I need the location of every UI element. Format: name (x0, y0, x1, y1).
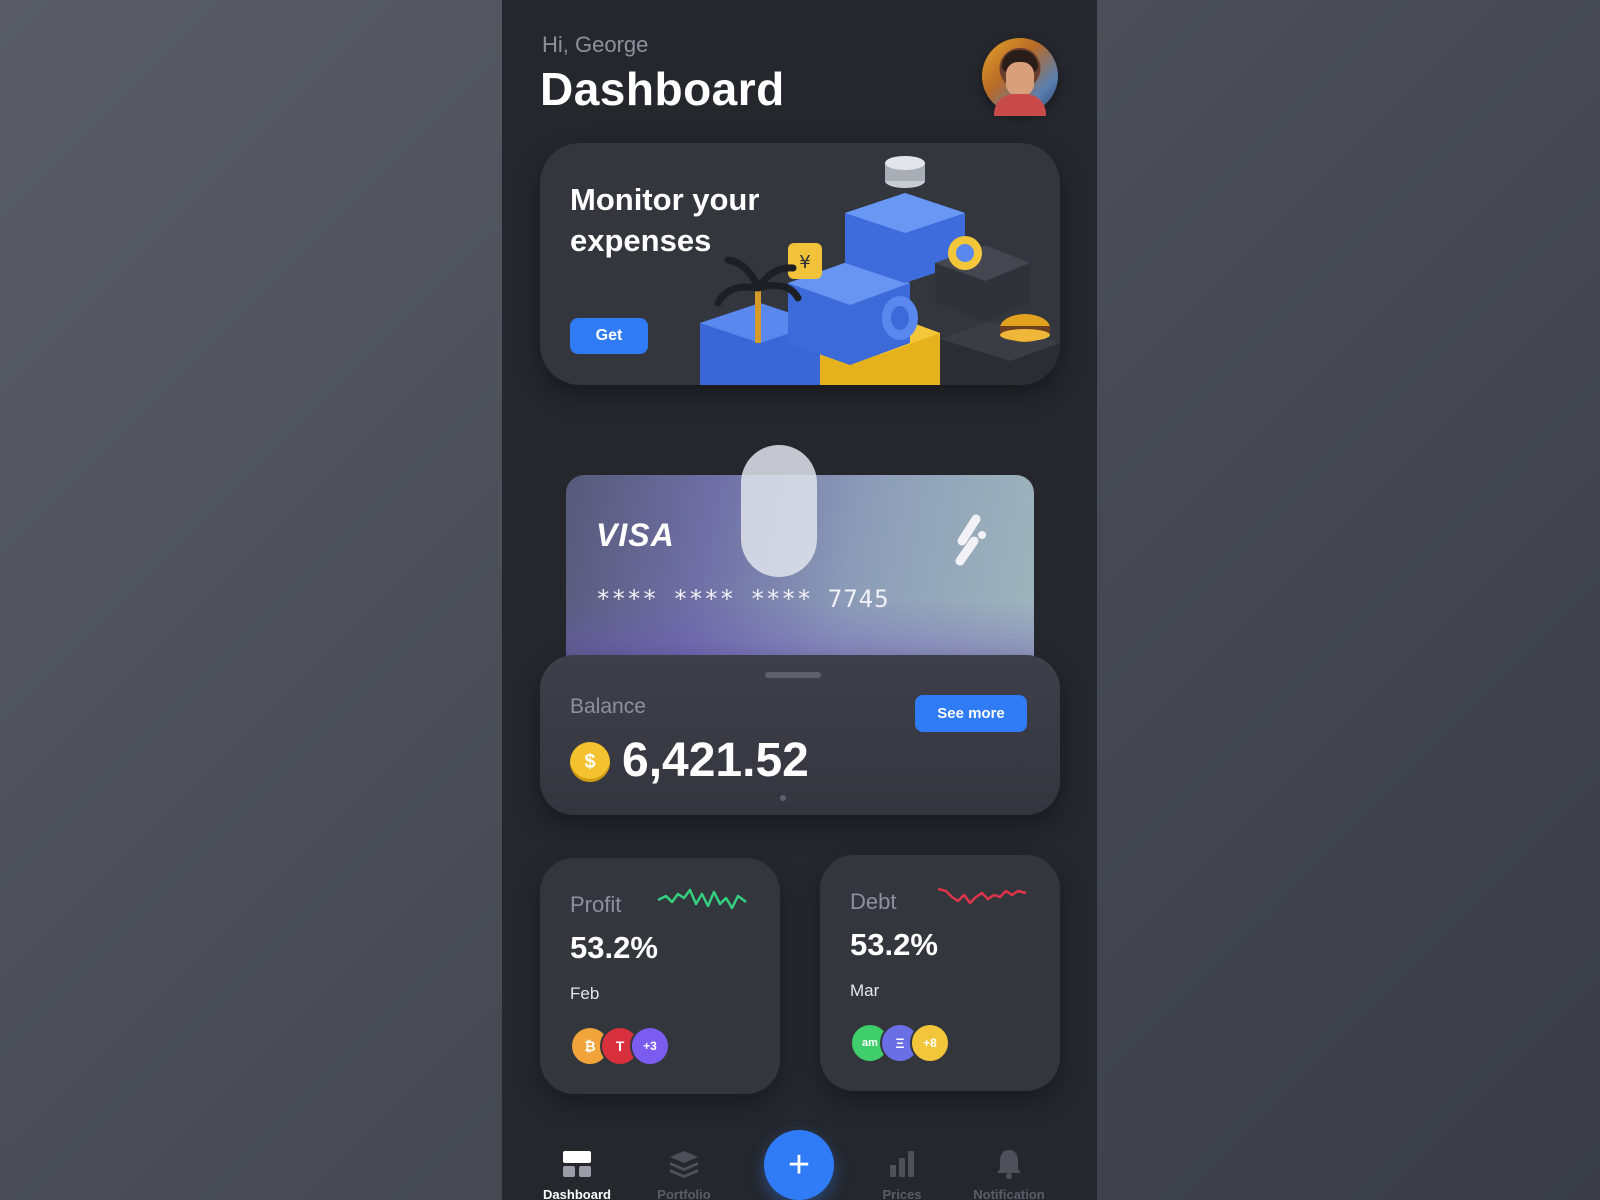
greeting-text: Hi, George (542, 32, 649, 57)
profit-label: Profit (570, 892, 622, 917)
get-button[interactable]: Get (570, 318, 648, 354)
debt-label: Debt (850, 889, 897, 914)
touch-indicator (741, 445, 817, 577)
nav-label-portfolio: Portfolio (657, 1187, 711, 1200)
card-section: VISA **** **** **** 7745 Balance See mor… (540, 445, 1060, 815)
profit-sparkline-icon (658, 888, 747, 910)
drag-handle[interactable] (765, 672, 821, 678)
dashboard-icon (563, 1151, 591, 1177)
nav-item-portfolio[interactable]: Portfolio (629, 1115, 739, 1200)
debt-sparkline-icon (938, 887, 1027, 905)
svg-text:¥: ¥ (799, 252, 810, 273)
promo-card: Monitor your expenses Get ¥ (540, 143, 1060, 385)
dollar-coin-icon: $ (570, 742, 610, 782)
finance-illustration-icon: ¥ (700, 156, 1060, 385)
profit-value: 53.2% (570, 930, 658, 965)
page-title: Dashboard (540, 63, 785, 115)
bell-icon (997, 1150, 1021, 1179)
nav-label-dashboard: Dashboard (543, 1187, 611, 1200)
debt-value: 53.2% (850, 927, 938, 962)
debt-month: Mar (850, 981, 880, 1000)
nav-label-prices: Prices (882, 1187, 922, 1200)
nav-item-prices[interactable]: Prices (847, 1115, 957, 1200)
profit-asset-group: ₿ T +3 (570, 1026, 690, 1066)
debt-asset-group: am Ξ +8 (850, 1023, 970, 1063)
card-network-icon (955, 514, 986, 566)
balance-panel: Balance See more $ 6,421.52 (540, 655, 1060, 815)
see-more-button[interactable]: See more (915, 695, 1027, 732)
more-assets-badge: +8 (910, 1023, 950, 1063)
balance-label: Balance (570, 695, 646, 718)
add-button[interactable]: + (764, 1130, 834, 1200)
visa-logo: VISA (596, 517, 675, 553)
balance-value: 6,421.52 (622, 734, 809, 787)
user-avatar[interactable] (982, 38, 1058, 116)
avatar-shirt (994, 94, 1046, 116)
profit-month: Feb (570, 984, 600, 1003)
debt-card[interactable]: Debt 53.2% Mar am Ξ +8 (820, 855, 1060, 1091)
phone-screen: Hi, George Dashboard Monitor your expens… (502, 0, 1097, 1200)
page-indicator-dot (780, 795, 786, 801)
nav-item-notification[interactable]: Notification (954, 1115, 1064, 1200)
avatar-face (1006, 62, 1034, 96)
more-assets-badge: +3 (630, 1026, 670, 1066)
profit-card[interactable]: Profit 53.2% Feb ₿ T +3 (540, 858, 780, 1094)
bar-chart-icon (890, 1151, 914, 1177)
nav-item-dashboard[interactable]: Dashboard (522, 1115, 632, 1200)
layers-icon (670, 1151, 698, 1178)
card-number: **** **** **** 7745 (596, 585, 890, 613)
bottom-nav: Dashboard Portfolio + Prices Notificatio… (502, 1115, 1097, 1200)
nav-label-notification: Notification (973, 1187, 1045, 1200)
